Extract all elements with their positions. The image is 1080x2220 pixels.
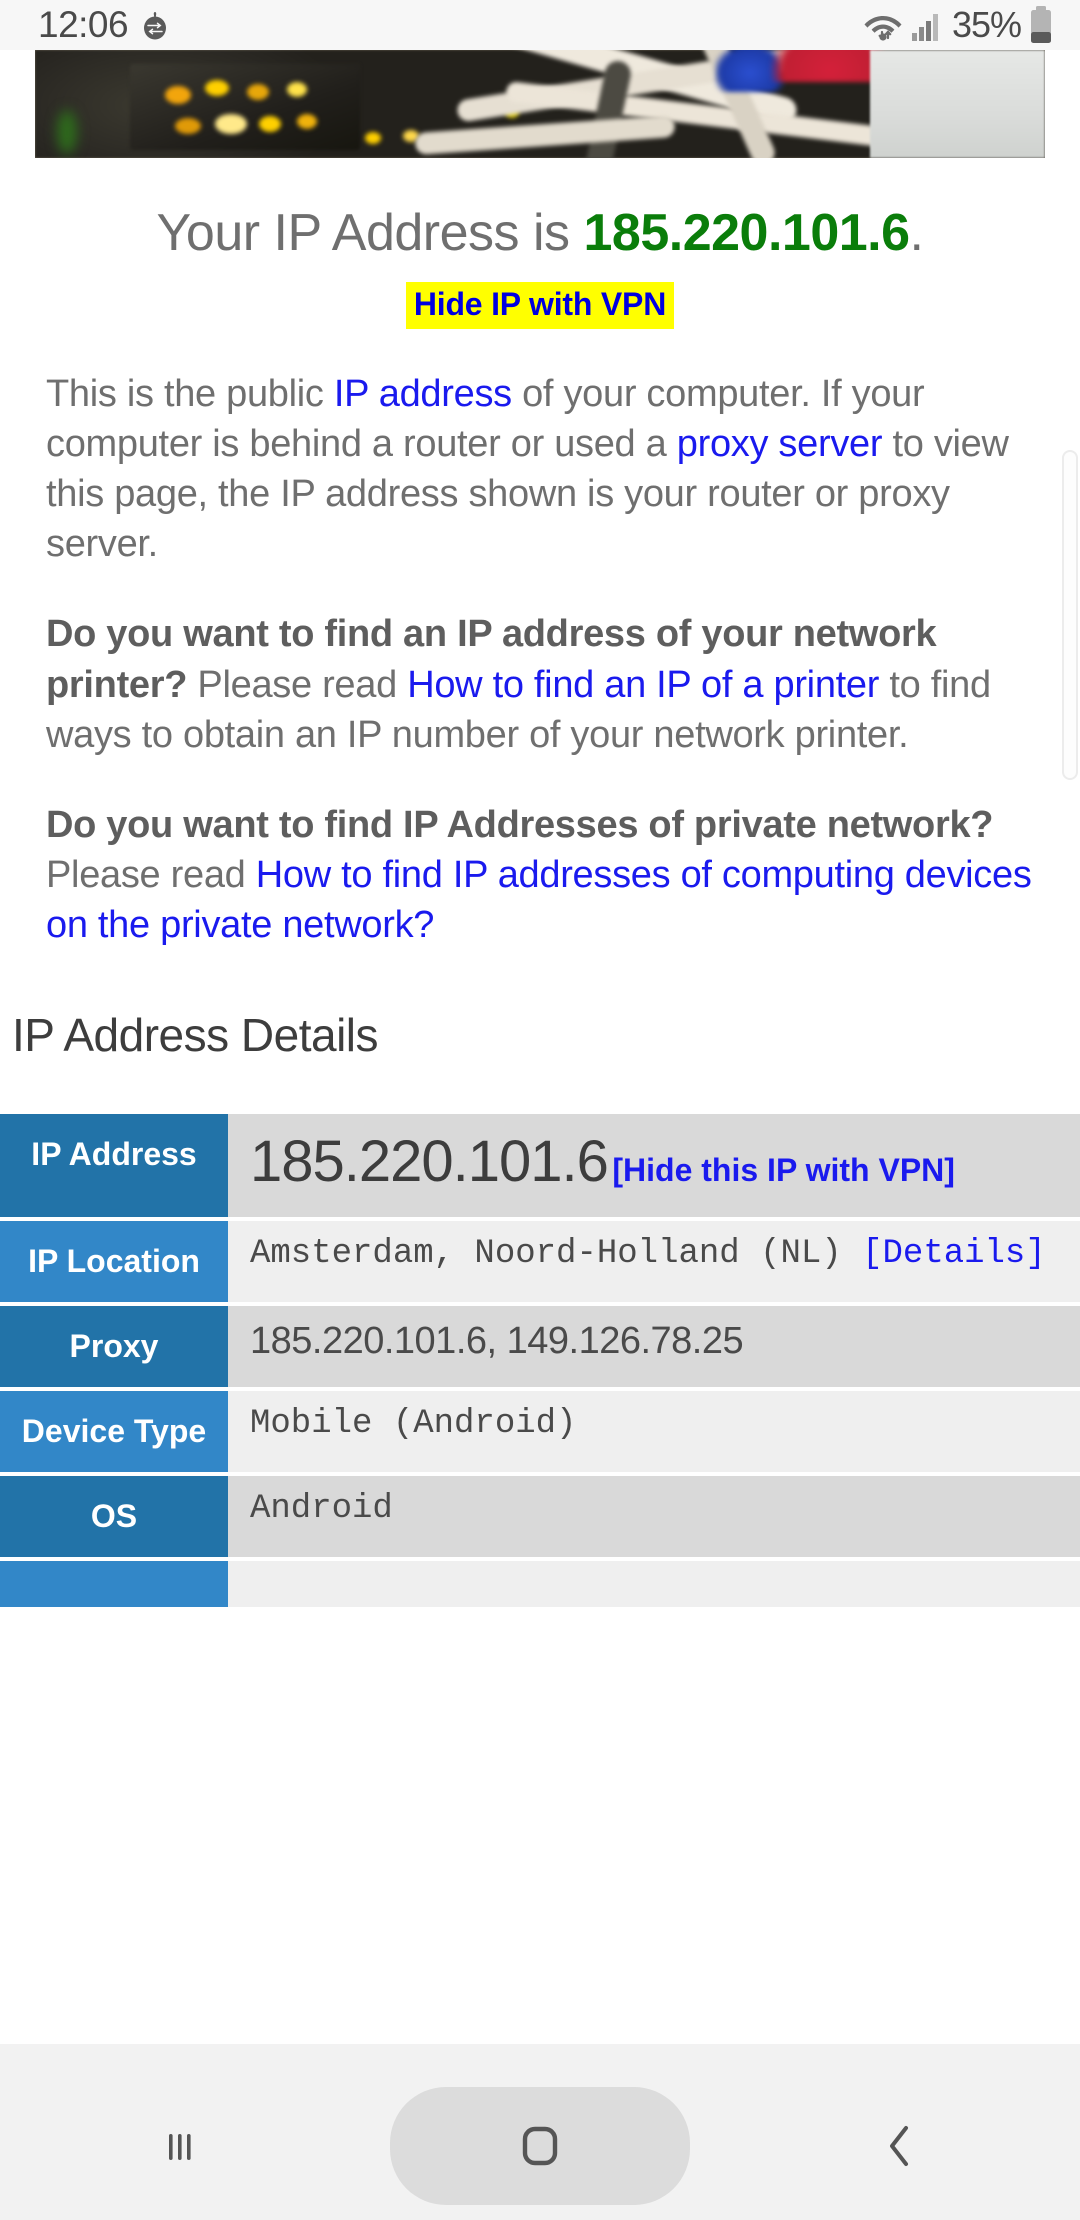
page-title-ip: 185.220.101.6 xyxy=(583,204,911,262)
table-row: IP Location Amsterdam, Noord-Holland (NL… xyxy=(0,1221,1080,1303)
table-row: IP Address 185.220.101.6 [Hide this IP w… xyxy=(0,1114,1080,1218)
row-label-ip-address: IP Address xyxy=(0,1114,228,1218)
row-label-proxy: Proxy xyxy=(0,1306,228,1388)
row-value-partial xyxy=(228,1561,1080,1608)
p2-text-1: Please read xyxy=(187,663,408,706)
ip-address-link[interactable]: IP address xyxy=(334,373,512,415)
status-bar-left: 12:06 xyxy=(38,4,168,46)
hide-ip-with-vpn-link[interactable]: Hide IP with VPN xyxy=(405,281,675,329)
row-value-os: Android xyxy=(228,1476,1080,1558)
location-details-link[interactable]: [Details] xyxy=(862,1235,1046,1273)
row-value-ip-location: Amsterdam, Noord-Holland (NL) [Details] xyxy=(228,1221,1080,1303)
p3-text-1: Please read xyxy=(46,854,256,897)
detail-ip-value: 185.220.101.6 xyxy=(250,1129,609,1195)
battery-percent-label: 35% xyxy=(951,4,1022,45)
proxy-server-link[interactable]: proxy server xyxy=(677,423,883,465)
cellular-signal-icon xyxy=(911,8,941,42)
paragraph-printer: Do you want to find an IP address of you… xyxy=(0,609,1080,759)
home-pill[interactable] xyxy=(390,2087,690,2205)
row-label-ip-location: IP Location xyxy=(0,1221,228,1303)
row-label-device-type: Device Type xyxy=(0,1391,228,1473)
table-row: Proxy 185.220.101.6, 149.126.78.25 xyxy=(0,1306,1080,1388)
back-icon xyxy=(877,2120,923,2172)
page-title: Your IP Address is 185.220.101.6. xyxy=(0,158,1080,264)
status-bar-right: 35% xyxy=(862,4,1054,46)
row-label-partial xyxy=(0,1561,228,1608)
row-label-os: OS xyxy=(0,1476,228,1558)
paragraph-private-network: Do you want to find IP Addresses of priv… xyxy=(0,800,1080,950)
detail-location-value: Amsterdam, Noord-Holland (NL) xyxy=(250,1235,863,1274)
vpn-link-wrapper: Hide IP with VPN xyxy=(0,281,1080,329)
page-bottom-mask xyxy=(0,2044,1080,2072)
battery-icon xyxy=(1028,5,1054,45)
p3-bold-question: Do you want to find IP Addresses of priv… xyxy=(46,803,994,846)
row-value-device-type: Mobile (Android) xyxy=(228,1391,1080,1473)
page-title-prefix: Your IP Address is xyxy=(156,204,584,262)
android-navigation-bar xyxy=(0,2072,1080,2220)
clock: 12:06 xyxy=(38,4,129,45)
row-value-ip-address: 185.220.101.6 [Hide this IP with VPN] xyxy=(228,1114,1080,1218)
wifi-icon xyxy=(862,7,904,43)
table-row-partial xyxy=(0,1561,1080,1608)
table-row: OS Android xyxy=(0,1476,1080,1558)
detail-os-value: Android xyxy=(250,1490,393,1529)
recents-icon xyxy=(157,2123,203,2169)
row-value-proxy: 185.220.101.6, 149.126.78.25 xyxy=(228,1306,1080,1388)
status-bar: 12:06 35% xyxy=(0,0,1080,50)
home-button[interactable] xyxy=(390,2072,690,2220)
hide-this-ip-with-vpn-link[interactable]: [Hide this IP with VPN] xyxy=(612,1152,955,1188)
data-transfer-icon xyxy=(142,9,168,41)
home-icon xyxy=(512,2118,568,2174)
page-title-suffix: . xyxy=(909,204,924,262)
ip-details-table: IP Address 185.220.101.6 [Hide this IP w… xyxy=(0,1110,1080,1611)
hero-banner-image xyxy=(35,50,1045,158)
printer-ip-link[interactable]: How to find an IP of a printer xyxy=(407,664,879,706)
phone-screen: 12:06 35% Your IP Address is 185.220.101… xyxy=(0,0,1080,2220)
p1-text-1: This is the public xyxy=(46,372,334,415)
paragraph-public-ip: This is the public IP address of your co… xyxy=(0,369,1080,570)
back-button[interactable] xyxy=(750,2072,1050,2220)
detail-device-value: Mobile (Android) xyxy=(250,1405,577,1444)
ip-details-heading: IP Address Details xyxy=(12,1009,379,1062)
page-content: Your IP Address is 185.220.101.6. Hide I… xyxy=(0,158,1080,1611)
recents-button[interactable] xyxy=(30,2072,330,2220)
table-row: Device Type Mobile (Android) xyxy=(0,1391,1080,1473)
detail-proxy-value: 185.220.101.6, 149.126.78.25 xyxy=(250,1320,744,1363)
